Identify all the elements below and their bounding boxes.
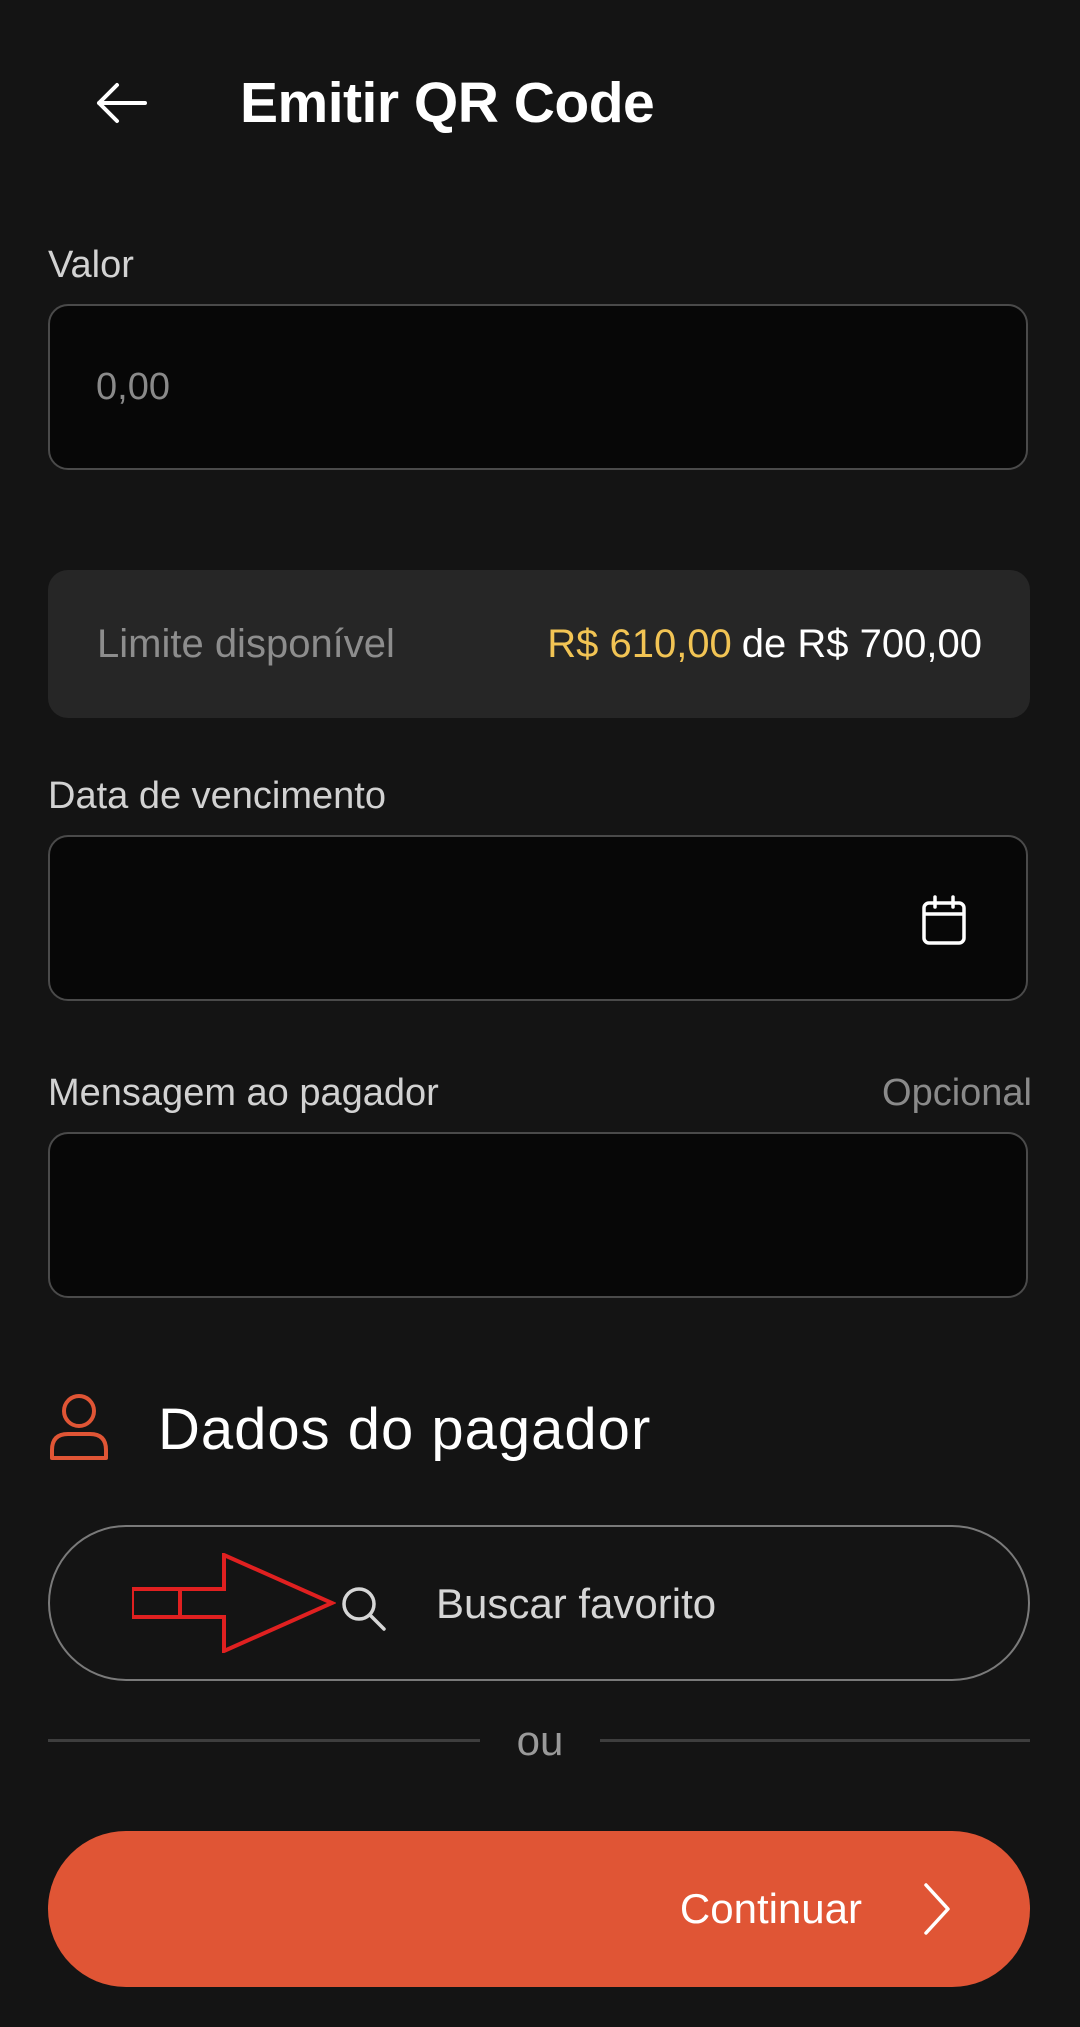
continue-label: Continuar: [679, 1885, 862, 1932]
limit-available-amount: R$ 610,00: [547, 622, 732, 666]
search-favorite-label: Buscar favorito: [436, 1580, 717, 1627]
calendar-icon[interactable]: [920, 895, 968, 947]
optional-label: Opcional: [882, 1072, 1032, 1114]
limit-label: Limite disponível: [97, 622, 395, 666]
limit-total-amount: de R$ 700,00: [741, 622, 982, 666]
divider-right: [600, 1739, 1030, 1742]
value-input[interactable]: [96, 306, 976, 468]
divider-left: [48, 1739, 480, 1742]
page-title: Emitir QR Code: [240, 71, 655, 135]
search-favorite-button[interactable]: Buscar favorito: [48, 1525, 1030, 1681]
back-button[interactable]: [70, 60, 172, 146]
message-field[interactable]: [48, 1132, 1028, 1298]
chevron-right-icon: [924, 1883, 950, 1935]
message-label: Mensagem ao pagador: [48, 1072, 439, 1114]
person-icon: [50, 1394, 108, 1460]
arrow-left-icon: [97, 83, 147, 123]
divider-text: ou: [516, 1717, 564, 1764]
value-label: Valor: [48, 244, 134, 286]
limit-card: Limite disponível R$ 610,00 de R$ 700,00: [48, 570, 1030, 718]
search-icon: [342, 1587, 386, 1631]
due-date-field[interactable]: [48, 835, 1028, 1001]
red-arrow-icon: [132, 1553, 336, 1653]
continue-button[interactable]: Continuar: [48, 1831, 1030, 1987]
value-field-box: [48, 304, 1028, 470]
limit-values: R$ 610,00 de R$ 700,00: [547, 620, 982, 668]
section-title: Dados do pagador: [158, 1397, 652, 1462]
due-date-label: Data de vencimento: [48, 775, 386, 817]
